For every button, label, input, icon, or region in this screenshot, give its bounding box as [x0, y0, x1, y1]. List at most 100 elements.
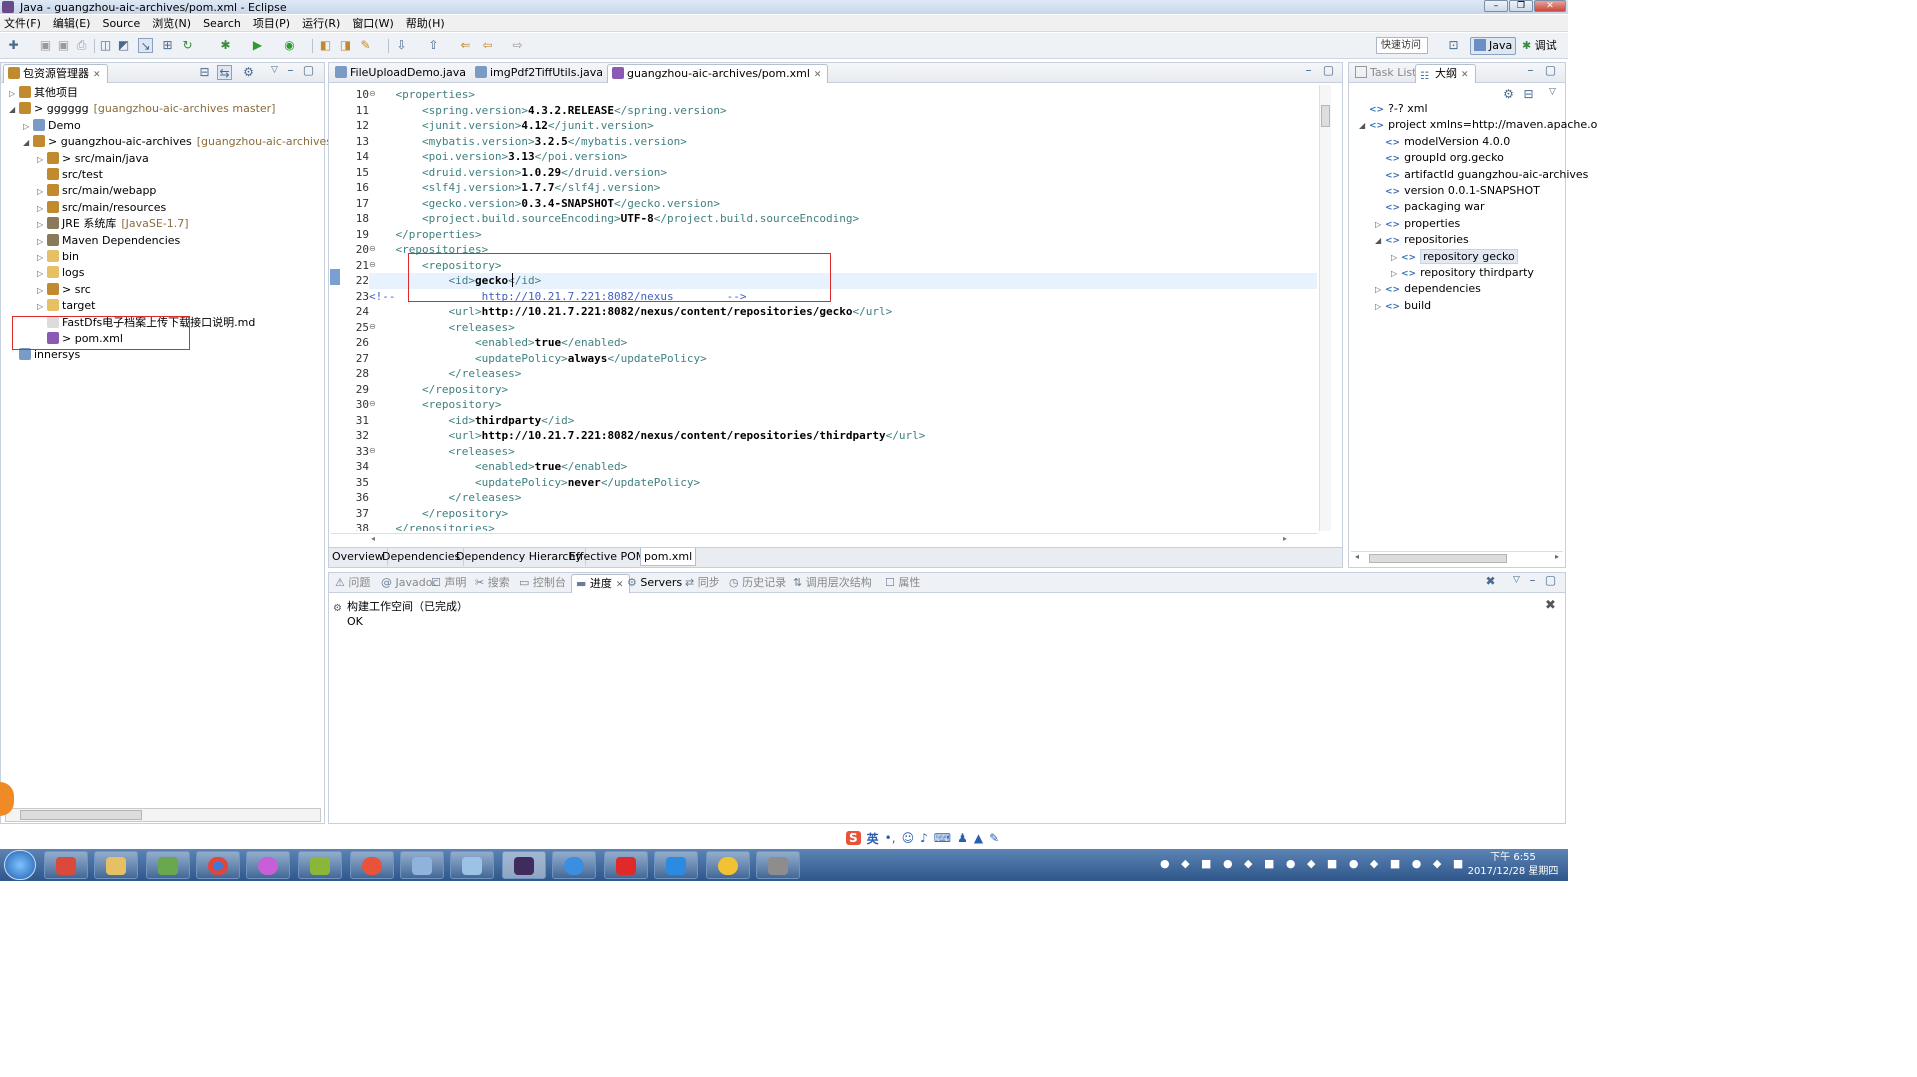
- taskbar-app-8[interactable]: [400, 851, 444, 879]
- save-all-icon[interactable]: ▣: [56, 38, 71, 53]
- bottom-tab[interactable]: ✂ 搜索: [471, 574, 516, 593]
- open-perspective-icon[interactable]: ⊡: [1446, 38, 1461, 53]
- package-tree-item[interactable]: ◢ > gggggg [guangzhou-aic-archives master]: [9, 101, 275, 117]
- close-window-button[interactable]: ✕: [1534, 0, 1566, 12]
- build-icon[interactable]: ⊞: [160, 38, 175, 53]
- code-line[interactable]: <updatePolicy>never</updatePolicy>: [369, 475, 700, 491]
- user-icon[interactable]: ♟: [957, 831, 968, 845]
- package-tree-item[interactable]: ▷ src/main/webapp: [37, 183, 156, 199]
- package-tree-item[interactable]: ▷ Demo: [23, 118, 81, 134]
- collapsed-arrow-icon[interactable]: ▷: [1391, 266, 1401, 282]
- chevron-down-icon[interactable]: ▽: [267, 63, 282, 78]
- code-line[interactable]: <gecko.version>0.3.4-SNAPSHOT</gecko.ver…: [369, 196, 720, 212]
- taskbar-app-15[interactable]: [756, 851, 800, 879]
- tab-effective-pom[interactable]: Effective POM: [566, 548, 650, 566]
- tools-icon[interactable]: ✎: [989, 831, 999, 845]
- maximize-view-icon[interactable]: ▢: [1321, 63, 1336, 78]
- new-java-project-icon[interactable]: ◧: [318, 38, 333, 53]
- package-tree-item[interactable]: ▷ logs: [37, 265, 85, 281]
- save-icon[interactable]: ▣: [38, 38, 53, 53]
- open-task-icon[interactable]: ◩: [116, 38, 131, 53]
- outline-item[interactable]: ▷ <> build: [1375, 298, 1431, 314]
- menu-project[interactable]: 项目(P): [253, 15, 290, 31]
- collapsed-arrow-icon[interactable]: ▷: [37, 234, 47, 250]
- code-line[interactable]: <url>http://10.21.7.221:8082/nexus/conte…: [369, 304, 892, 320]
- code-line[interactable]: <enabled>true</enabled>: [369, 459, 627, 475]
- code-line[interactable]: <properties>: [369, 87, 475, 103]
- package-tree-item[interactable]: ◢ > guangzhou-aic-archives [guangzhou-aic-…: [23, 134, 359, 150]
- scrollbar-thumb[interactable]: [20, 810, 142, 820]
- microphone-icon[interactable]: ♪: [920, 831, 928, 845]
- outline-item[interactable]: <> modelVersion 4.0.0: [1375, 134, 1510, 150]
- code-line[interactable]: </releases>: [369, 366, 521, 382]
- menu-source[interactable]: Source: [102, 17, 140, 30]
- sogou-icon[interactable]: S: [846, 831, 861, 845]
- skin-icon[interactable]: ▲: [974, 831, 983, 845]
- collapsed-arrow-icon[interactable]: ▷: [1375, 282, 1385, 298]
- code-line[interactable]: </repositories>: [369, 521, 495, 531]
- package-tree-item[interactable]: src/test: [37, 167, 103, 183]
- code-line[interactable]: <project.build.sourceEncoding>UTF-8</pro…: [369, 211, 859, 227]
- tray-icons[interactable]: ● ◆ ■ ● ◆ ■ ● ◆ ■ ● ◆ ■ ● ◆ ■: [1160, 857, 1467, 870]
- collapsed-arrow-icon[interactable]: ▷: [37, 266, 47, 282]
- tab-file-upload-demo[interactable]: FileUploadDemo.java: [331, 64, 472, 83]
- code-line[interactable]: <poi.version>3.13</poi.version>: [369, 149, 627, 165]
- maximize-view-icon[interactable]: ▢: [301, 63, 316, 78]
- code-line[interactable]: <spring.version>4.3.2.RELEASE</spring.ve…: [369, 103, 727, 119]
- collapsed-arrow-icon[interactable]: ▷: [37, 184, 47, 200]
- tab-task-list[interactable]: Task List: [1351, 64, 1422, 83]
- ime-mode[interactable]: 英: [867, 830, 879, 847]
- close-icon[interactable]: ✕: [1461, 70, 1469, 80]
- minimize-view-icon[interactable]: –: [283, 63, 298, 78]
- chevron-down-icon[interactable]: ▽: [1509, 573, 1524, 588]
- package-explorer-tab[interactable]: 包资源管理器 ✕: [3, 64, 108, 83]
- code-line[interactable]: </repository>: [369, 506, 508, 522]
- code-line[interactable]: <slf4j.version>1.7.7</slf4j.version>: [369, 180, 660, 196]
- menu-file[interactable]: 文件(F): [4, 15, 41, 31]
- expanded-arrow-icon[interactable]: ◢: [1375, 233, 1385, 249]
- close-icon[interactable]: ✕: [93, 70, 101, 80]
- new-package-icon[interactable]: ◨: [338, 38, 353, 53]
- outline-item[interactable]: <> ?-? xml: [1359, 101, 1428, 117]
- print-icon[interactable]: ⎙: [74, 38, 89, 53]
- code-line[interactable]: <releases>: [369, 320, 514, 336]
- bottom-tab[interactable]: ⚠ 问题: [331, 574, 376, 593]
- taskbar-chrome[interactable]: [196, 851, 240, 879]
- clock[interactable]: 下午 6:55 2017/12/28 星期四: [1464, 851, 1562, 879]
- close-icon[interactable]: ✕: [814, 70, 822, 80]
- new-icon[interactable]: ✚: [6, 38, 21, 53]
- package-tree-item[interactable]: ▷ JRE 系统库 [JavaSE-1.7]: [37, 216, 189, 232]
- keyboard-icon[interactable]: ⌨: [934, 831, 951, 845]
- expanded-arrow-icon[interactable]: ◢: [9, 102, 19, 118]
- taskbar-app-9[interactable]: [450, 851, 494, 879]
- bottom-tab[interactable]: ⚙ Servers: [623, 574, 688, 593]
- outline-item[interactable]: <> groupId org.gecko: [1375, 150, 1504, 166]
- debug-perspective-button[interactable]: ✱ 调试: [1518, 37, 1561, 55]
- collapsed-arrow-icon[interactable]: ▷: [9, 86, 19, 102]
- package-tree-item[interactable]: ▷ bin: [37, 249, 79, 265]
- code-line[interactable]: <junit.version>4.12</junit.version>: [369, 118, 654, 134]
- taskbar-app-6[interactable]: [298, 851, 342, 879]
- menu-window[interactable]: 窗口(W): [352, 15, 393, 31]
- package-tree-item[interactable]: ▷ src/main/resources: [37, 200, 166, 216]
- package-tree-item[interactable]: ▷ 其他项目: [9, 85, 78, 101]
- code-line[interactable]: <updatePolicy>always</updatePolicy>: [369, 351, 707, 367]
- tab-pom-xml[interactable]: guangzhou-aic-archives/pom.xml ✕: [607, 64, 829, 83]
- code-line[interactable]: </repository>: [369, 382, 508, 398]
- quick-access-input[interactable]: 快速访问: [1376, 37, 1428, 54]
- code-line[interactable]: </properties>: [369, 227, 482, 243]
- scrollbar-thumb[interactable]: [1369, 554, 1507, 563]
- package-tree-item[interactable]: ▷ Maven Dependencies: [37, 233, 180, 249]
- minimize-view-icon[interactable]: –: [1301, 63, 1316, 78]
- code-line[interactable]: <url>http://10.21.7.221:8082/nexus/conte…: [369, 428, 925, 444]
- code-line[interactable]: <mybatis.version>3.2.5</mybatis.version>: [369, 134, 687, 150]
- outline-item[interactable]: ▷ <> properties: [1375, 216, 1460, 232]
- taskbar-eclipse[interactable]: [502, 851, 546, 879]
- collapse-all-icon[interactable]: ⊟: [1521, 87, 1536, 102]
- collapsed-arrow-icon[interactable]: ▷: [37, 250, 47, 266]
- code-line[interactable]: <enabled>true</enabled>: [369, 335, 627, 351]
- outline-hscrollbar[interactable]: ◂ ▸: [1351, 551, 1563, 565]
- collapsed-arrow-icon[interactable]: ▷: [1375, 217, 1385, 233]
- forward-icon[interactable]: ⇨: [510, 38, 525, 53]
- last-edit-icon[interactable]: ⇐: [458, 38, 473, 53]
